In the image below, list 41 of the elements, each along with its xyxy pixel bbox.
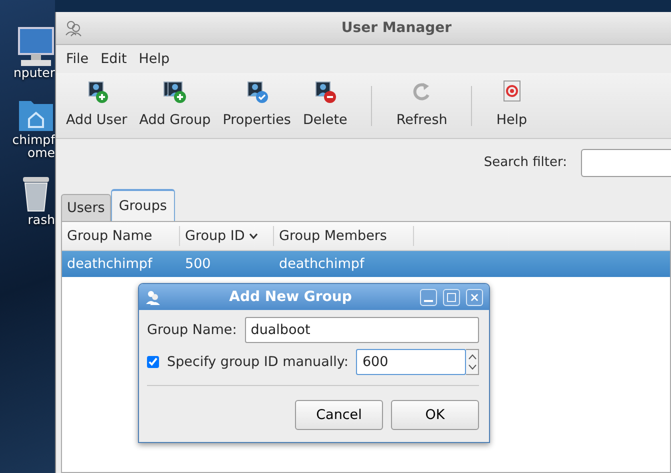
desktop-icon-label: chimpf (12, 133, 55, 146)
desktop-icon-label: ome (27, 146, 55, 160)
dialog-button[interactable]: OK (391, 400, 479, 430)
table-cell-text: deathchimpf (278, 254, 366, 274)
toolbar-button[interactable]: Refresh (390, 78, 454, 133)
window-title: User Manager (340, 18, 453, 38)
properties-icon (244, 80, 269, 104)
menu-item[interactable]: Edit (96, 48, 131, 70)
group-name-field[interactable]: dualboot (244, 317, 479, 343)
tab[interactable]: Groups (110, 188, 175, 221)
minimize-icon (424, 300, 433, 302)
dialog-title: Add New Group (228, 288, 353, 306)
table-cell-text: 500 (184, 254, 212, 274)
computer-icon (17, 26, 55, 66)
field-label: Group Name: (147, 320, 237, 340)
users-icon (145, 289, 161, 305)
toolbar-button[interactable]: Help (490, 78, 534, 133)
checkbox-label: Specify group ID manually: (167, 352, 348, 372)
column-header[interactable]: Group ID (180, 226, 274, 246)
toolbar-button[interactable]: Properties (216, 78, 297, 133)
table-cell-text: deathchimpf (66, 254, 154, 274)
delete-user-icon (313, 80, 338, 104)
minimize-button[interactable] (420, 288, 437, 306)
column-header[interactable]: Group Name (62, 226, 180, 246)
toolbar-button[interactable]: Add Group (133, 78, 217, 133)
toolbar-button[interactable]: Delete (296, 78, 354, 133)
column-header[interactable]: Group Members (274, 226, 414, 246)
search-label: Search filter: (484, 154, 567, 172)
toolbar-button[interactable]: Add User (60, 78, 134, 133)
dialog-button[interactable]: Cancel (295, 400, 383, 430)
menu-item[interactable]: Help (134, 48, 174, 70)
close-button[interactable] (466, 288, 483, 306)
checkbox[interactable] (147, 356, 159, 368)
desktop-icon-label: rash (28, 213, 55, 226)
menu-item[interactable]: File (62, 48, 93, 70)
add-group-icon (162, 80, 187, 104)
maximize-button[interactable] (443, 288, 460, 306)
tab[interactable]: Users (61, 194, 111, 221)
search-field[interactable] (581, 149, 671, 177)
users-icon (64, 19, 82, 37)
desktop-icon-label: nputer (13, 66, 55, 80)
